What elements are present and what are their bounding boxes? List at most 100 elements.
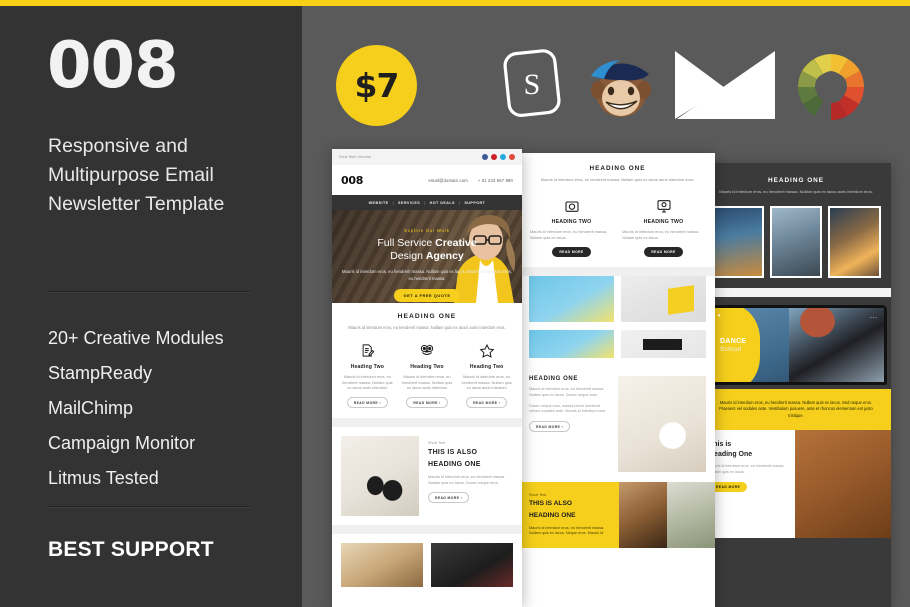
spacer [332,417,522,427]
social-icons [482,154,515,160]
view-web-version-link[interactable]: View Web Version [339,155,371,159]
owl-icon [401,342,454,359]
svg-text:S: S [524,68,541,101]
card-and-image-section: This is Heading One Mauris id interdum e… [701,430,891,539]
template-preview-1[interactable]: View Web Version 008 email@domain.com + … [332,149,522,607]
facebook-icon[interactable] [482,154,488,160]
grid-image-laptop-desk [621,330,706,359]
hero-body: Mauris id interdum eros, eu hendrerit ma… [342,269,512,281]
list-item: MailChimp [48,398,134,418]
gallery-image-skateboarder [769,206,823,278]
split-copy: HEADING ONE Mauris id interdum eros, eu … [529,376,609,472]
hero-title-1a: Full Service [377,237,436,249]
support-label: BEST SUPPORT [48,538,214,561]
two-column-section: HEADING ONE Mauris id interdum eros, eu … [520,153,715,268]
yellow-body-text: Mauris id interdum eros, eu hendrerit ma… [719,400,873,418]
split-heading: HEADING ONE [529,376,578,383]
star-icon [460,342,513,359]
divider-top [48,291,250,293]
nav-item-services[interactable]: SERVICES [398,201,420,205]
gallery-image-bicycle [711,206,764,278]
twitter-icon[interactable] [500,154,506,160]
column-item: HEADING TWO Mauris id interdum eros, eu … [622,197,705,258]
column-body: Mauris id interdum eros, eu hendrerit ma… [342,374,393,391]
hero-title-2b: Agency [425,250,464,262]
star-icon: ✦ [717,313,722,319]
list-item: 20+ Creative Modules [48,328,224,348]
laptop-mockup: ✦ --- DANCE School [709,305,887,385]
read-more-button[interactable]: READ MORE [644,247,683,258]
grid-image-yellow-books [529,330,614,359]
get-a-free-quote-button[interactable]: GET A FREE QUOTE [394,289,460,303]
yellow-heading-line2: HEADING ONE [529,512,576,519]
dance-school-title: DANCE School [720,338,746,354]
template-preview-3[interactable]: HEADING ONE Mauris id interdum eros, eu … [701,163,891,607]
stampready-icon: S [501,44,565,126]
top-accent-rule [0,0,910,6]
read-more-button[interactable]: READ MORE [552,247,591,258]
gallery-grid [711,206,882,278]
dark-gallery-section: HEADING ONE Mauris id interdum eros, eu … [701,163,891,288]
tagline: Responsive and Multipurpose Email Newsle… [48,135,225,215]
read-more-button[interactable]: READ MORE › [529,421,571,433]
card-heading-line2: Heading One [709,450,753,458]
grid-image-yellow-craft [621,276,706,323]
litmus-color-wheel-icon [792,48,870,126]
duo-image-desk [431,542,513,587]
backpack-image [795,430,891,539]
short-text-label: Short Text [529,493,547,498]
email-contact: email@domain.com + 01 234 567 890 [428,178,513,183]
read-more-button[interactable]: READ MORE › [406,397,448,409]
read-more-button[interactable]: READ MORE › [428,492,470,504]
spacer [701,288,891,297]
yellow-band-body: Mauris id interdum eros, eu hendrerit ma… [529,525,605,536]
page-title: 008 [47,29,179,103]
spacer [332,524,522,534]
nav-item-support[interactable]: SUPPORT [464,201,485,205]
read-more-button[interactable]: READ MORE › [346,397,388,409]
coffee-image [618,376,706,473]
feature-heading-line1: THIS IS ALSO [428,448,478,456]
duo-image-section [332,533,522,596]
info-panel: 008 Responsive and Multipurpose Email Ne… [0,0,302,607]
card-body: Mauris id interdum eros, eu hendrerit ma… [709,464,785,474]
section-heading: HEADING ONE [589,165,646,172]
section-subtext: Mauris id interdum eros, eu hendrerit ma… [719,189,873,194]
column-item: Heading Two Mauris id interdum eros, eu … [460,342,513,409]
campaign-monitor-icon [672,48,778,122]
card-heading-line1: This is [709,441,732,449]
section-heading: HEADING ONE [397,313,457,320]
template-preview-2[interactable]: HEADING ONE Mauris id interdum eros, eu … [520,153,715,607]
short-text-label: Short Text [428,440,446,445]
yellow-band-images [619,482,715,548]
google-plus-icon[interactable] [509,154,515,160]
nav-item-website[interactable]: WEBSITE [369,201,389,205]
nav-separator: | [392,200,394,205]
grid-image-paper-plane [529,276,614,323]
promo-banner: 008 Responsive and Multipurpose Email Ne… [0,0,910,607]
column-item: Heading Two Mauris id interdum eros, eu … [341,342,394,409]
email-nav-bar: WEBSITE | SERVICES | HOT DEALS | SUPPORT [332,195,522,210]
dance-title-light: School [720,346,742,353]
section-subtext: Mauris id interdum eros, eu hendrerit ma… [540,177,695,182]
column-body: Mauris id interdum eros, eu hendrerit ma… [401,374,453,391]
feature-copy: Short Text THIS IS ALSO HEADING ONE Maur… [428,436,513,504]
divider-bottom [48,506,250,508]
column-heading: Heading Two [469,364,504,371]
nav-item-hot-deals[interactable]: HOT DEALS [430,201,455,205]
column-item: Heading Two Mauris id interdum eros, eu … [401,342,454,409]
menu-dots-icon: --- [870,315,878,321]
column-heading: HEADING TWO [551,219,592,225]
split-body-1: Mauris id interdum eros, eu hendrerit ma… [529,387,605,397]
duo-image-warm [341,542,423,587]
read-more-button[interactable]: READ MORE › [466,397,508,409]
email-logo: 008 [341,173,364,187]
showcase-panel: $7 S HEADING ONE Mauris id interdum eros… [302,0,910,607]
monitor-icon [622,197,705,214]
section-heading: HEADING ONE [767,177,825,184]
laptop-screen: ✦ --- DANCE School [712,308,884,382]
pinterest-icon[interactable] [491,154,497,160]
split-body-2: Donec neque eros, massa lorem hendrerit … [529,403,607,414]
feature-section: Short Text THIS IS ALSO HEADING ONE Maur… [332,426,522,525]
hero-title-2a: Design [390,250,426,262]
